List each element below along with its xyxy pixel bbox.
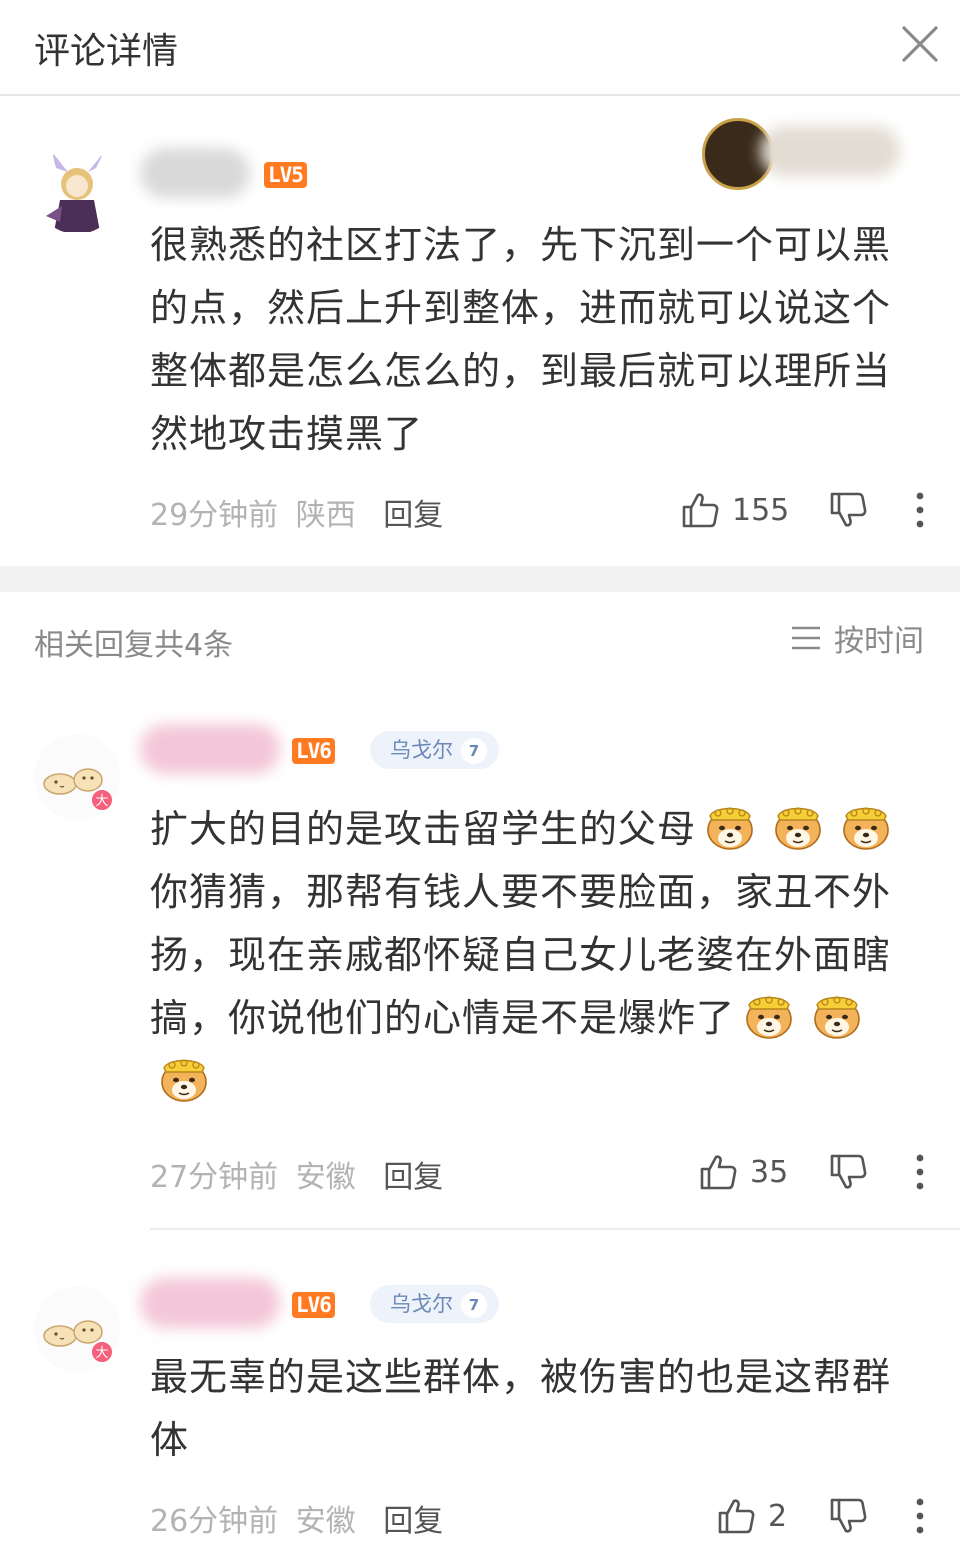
doge-emoji-icon bbox=[704, 800, 756, 852]
comment-meta: 27分钟前 安徽 回复 bbox=[150, 1152, 443, 1196]
list-icon bbox=[792, 626, 820, 650]
like-button[interactable]: 2 bbox=[716, 1496, 787, 1536]
like-count: 35 bbox=[750, 1154, 789, 1190]
avatar[interactable] bbox=[34, 148, 120, 234]
sort-label: 按时间 bbox=[834, 624, 924, 659]
comment-time: 26分钟前 bbox=[150, 1504, 279, 1539]
level-badge: LV6 bbox=[292, 738, 335, 764]
blurred-overlay bbox=[760, 126, 900, 176]
like-button[interactable]: 155 bbox=[680, 490, 789, 530]
comment-text: 很熟悉的社区打法了，先下沉到一个可以黑的点，然后上升到整体，进而就可以说这个整体… bbox=[150, 223, 892, 456]
fan-group-tag[interactable]: 乌戈尔 7 bbox=[370, 1285, 499, 1323]
header-bar: 评论详情 bbox=[0, 0, 960, 96]
like-count: 155 bbox=[732, 492, 790, 528]
comment-time: 27分钟前 bbox=[150, 1160, 279, 1195]
thumb-down-icon bbox=[828, 490, 868, 530]
level-badge: LV6 bbox=[292, 1292, 335, 1318]
reply-item: 大 LV6 乌戈尔 7 最无辜的是这些群体，被伤害的也是这帮群体 26分钟前 安徽… bbox=[0, 1230, 960, 1564]
like-button[interactable]: 35 bbox=[698, 1152, 788, 1192]
avatar-image bbox=[46, 152, 104, 232]
doge-emoji-icon bbox=[772, 800, 824, 852]
sort-button[interactable]: 按时间 bbox=[790, 616, 924, 660]
reply-button[interactable]: 回复 bbox=[383, 1160, 443, 1195]
like-count: 2 bbox=[768, 1498, 788, 1534]
section-divider bbox=[0, 566, 960, 592]
replies-count: 相关回复共4条 bbox=[34, 628, 234, 663]
doge-emoji-icon bbox=[743, 989, 795, 1041]
doge-emoji-icon bbox=[158, 1052, 210, 1104]
level-badge: LV5 bbox=[264, 162, 307, 188]
comment-text: 最无辜的是这些群体，被伤害的也是这帮群体 bbox=[150, 1355, 892, 1462]
thumb-down-icon bbox=[828, 1496, 868, 1536]
dislike-button[interactable] bbox=[828, 1496, 868, 1540]
main-comment: LV5 很熟悉的社区打法了，先下沉到一个可以黑的点，然后上升到整体，进而就可以说… bbox=[0, 96, 960, 566]
doge-emoji-icon bbox=[840, 800, 892, 852]
reply-item: 大 LV6 乌戈尔 7 扩大的目的是攻击留学生的父母 你猜猜，那帮有钱人要不要脸面… bbox=[0, 688, 960, 1228]
dislike-button[interactable] bbox=[828, 490, 868, 534]
close-button[interactable] bbox=[898, 22, 942, 66]
reply-button[interactable]: 回复 bbox=[383, 1504, 443, 1539]
reply-button[interactable]: 回复 bbox=[383, 498, 443, 533]
thumb-up-icon bbox=[680, 490, 720, 530]
comment-meta: 26分钟前 安徽 回复 bbox=[150, 1496, 443, 1540]
dislike-button[interactable] bbox=[828, 1152, 868, 1196]
comment-meta: 29分钟前 陕西 回复 bbox=[150, 490, 443, 534]
comment-location: 安徽 bbox=[295, 1160, 356, 1195]
fan-group-name: 乌戈尔 bbox=[390, 738, 453, 762]
more-button[interactable] bbox=[914, 490, 926, 534]
close-icon bbox=[902, 26, 938, 62]
thumb-up-icon bbox=[698, 1152, 738, 1192]
fan-group-name: 乌戈尔 bbox=[390, 1292, 453, 1316]
more-vertical-icon bbox=[914, 490, 926, 530]
comment-time: 29分钟前 bbox=[150, 498, 279, 533]
comment-text-line-1: 扩大的目的是攻击留学生的父母 bbox=[150, 807, 697, 851]
comment-text: 扩大的目的是攻击留学生的父母 你猜猜，那帮有钱人要不要脸面，家丑不外扬，现在亲戚… bbox=[150, 798, 920, 1113]
thumb-down-icon bbox=[828, 1152, 868, 1192]
username-blurred[interactable] bbox=[140, 1278, 280, 1328]
fan-group-tag[interactable]: 乌戈尔 7 bbox=[370, 731, 499, 769]
page-title: 评论详情 bbox=[34, 31, 179, 72]
more-button[interactable] bbox=[914, 1496, 926, 1540]
username-blurred[interactable] bbox=[140, 724, 280, 774]
thumb-up-icon bbox=[716, 1496, 756, 1536]
more-vertical-icon bbox=[914, 1496, 926, 1536]
more-button[interactable] bbox=[914, 1152, 926, 1196]
comment-location: 陕西 bbox=[295, 498, 356, 533]
vip-badge: 大 bbox=[90, 1340, 114, 1364]
replies-header: 相关回复共4条 按时间 bbox=[0, 592, 960, 688]
vip-badge: 大 bbox=[90, 788, 114, 812]
doge-emoji-icon bbox=[811, 989, 863, 1041]
more-vertical-icon bbox=[914, 1152, 926, 1192]
username-blurred[interactable] bbox=[140, 148, 250, 198]
fan-group-level: 7 bbox=[461, 738, 487, 764]
comment-location: 安徽 bbox=[295, 1504, 356, 1539]
fan-group-level: 7 bbox=[461, 1292, 487, 1318]
